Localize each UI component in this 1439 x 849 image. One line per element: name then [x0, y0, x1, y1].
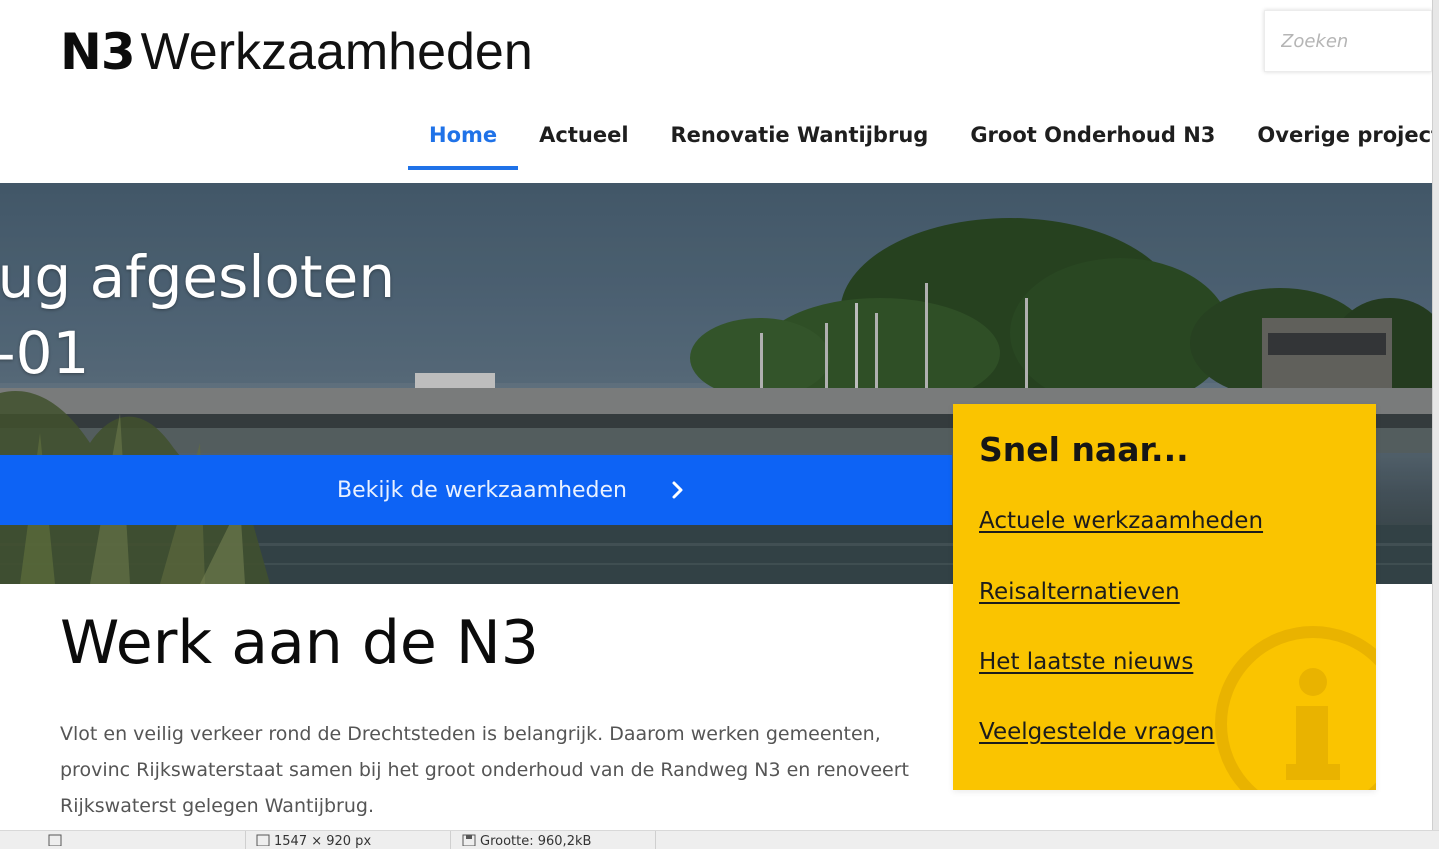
intro-paragraph: Vlot en veilig verkeer rond de Drechtste…: [60, 723, 910, 817]
status-divider: [450, 831, 451, 849]
status-divider: [245, 831, 246, 849]
selection-icon: [48, 834, 62, 849]
view-works-button[interactable]: Bekijk de werkzaamheden: [0, 455, 952, 525]
window-edge: [1432, 0, 1439, 830]
nav-item-groot-onderhoud-n3[interactable]: Groot Onderhoud N3: [949, 104, 1236, 170]
dimensions-text: 1547 × 920 px: [274, 834, 372, 849]
quick-link-laatste-nieuws[interactable]: Het laatste nieuws: [979, 649, 1193, 675]
viewer-status-bar: 1547 × 920 px Grootte: 960,2kB: [0, 830, 1439, 849]
search-box: [1264, 10, 1432, 72]
nav-item-actueel[interactable]: Actueel: [518, 104, 649, 170]
quick-links-panel: Snel naar... Actuele werkzaamheden Reisa…: [953, 404, 1376, 790]
search-input[interactable]: [1265, 11, 1431, 71]
quick-link-veelgestelde-vragen[interactable]: Veelgestelde vragen: [979, 719, 1214, 745]
main-nav: Home Actueel Renovatie Wantijbrug Groot …: [408, 104, 1439, 170]
logo-light-text: Werkzaamheden: [140, 23, 533, 81]
status-divider: [655, 831, 656, 849]
chevron-right-icon: [671, 480, 685, 500]
info-icon: [1208, 624, 1376, 790]
quick-link-actuele-werkzaamheden[interactable]: Actuele werkzaamheden: [979, 508, 1263, 534]
status-segment-selection: [48, 834, 62, 849]
status-segment-size: Grootte: 960,2kB: [462, 834, 591, 849]
site-logo[interactable]: N3 Werkzaamheden: [60, 22, 533, 86]
quick-link-reisalternatieven[interactable]: Reisalternatieven: [979, 579, 1180, 605]
dimensions-icon: [256, 834, 270, 849]
page-title: Werk aan de N3: [60, 608, 539, 678]
nav-item-home[interactable]: Home: [408, 104, 519, 170]
status-segment-dimensions: 1547 × 920 px: [256, 834, 371, 849]
logo-bold-text: N3: [60, 23, 136, 81]
quick-links-title: Snel naar...: [979, 430, 1189, 469]
nav-item-overige-projecten[interactable]: Overige projecten: [1236, 104, 1439, 170]
nav-item-renovatie-wantijbrug[interactable]: Renovatie Wantijbrug: [650, 104, 950, 170]
disk-icon: [462, 834, 476, 849]
hero-title: tijbrug afgesloten f 19-01: [0, 243, 396, 387]
file-size-text: Grootte: 960,2kB: [480, 834, 592, 849]
cta-label: Bekijk de werkzaamheden: [337, 477, 627, 503]
